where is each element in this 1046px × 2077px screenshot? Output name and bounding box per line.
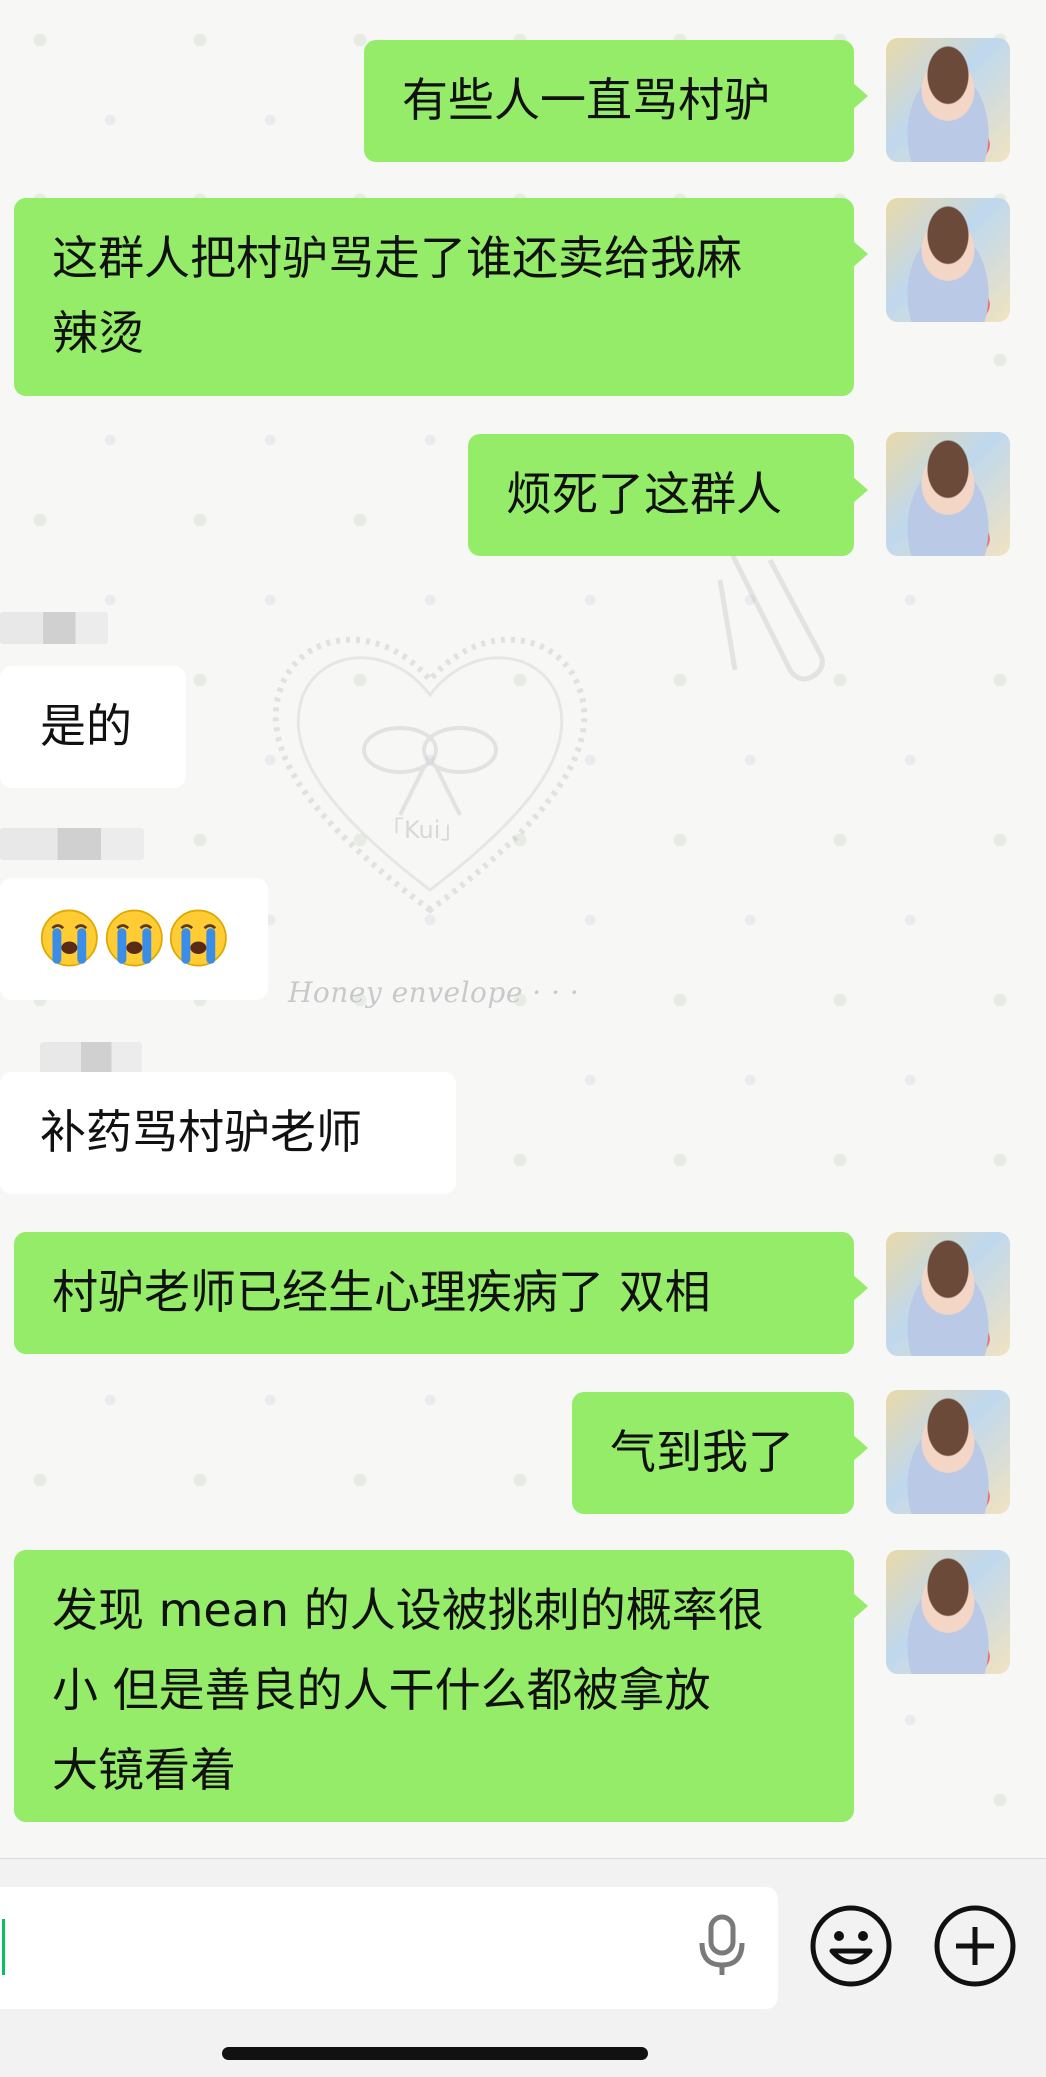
message-bubble-incoming[interactable]: 补药骂村驴老师 <box>0 1072 456 1194</box>
message-text-line: 发现 mean 的人设被挑刺的概率很 <box>52 1583 764 1637</box>
avatar[interactable] <box>886 1232 1010 1356</box>
avatar[interactable] <box>886 198 1010 322</box>
chat-area[interactable]: 「Kui」 Honey envelope · · · 有些人一直骂村驴 这群人把… <box>0 0 1046 1858</box>
sender-name-masked <box>0 612 108 644</box>
message-bubble-outgoing[interactable]: 这群人把村驴骂走了谁还卖给我麻 辣烫 <box>14 198 868 396</box>
message-bubble-outgoing[interactable]: 发现 mean 的人设被挑刺的概率很 小 但是善良的人干什么都被拿放 大镜看着 <box>14 1550 868 1822</box>
message-text: 补药骂村驴老师 <box>40 1105 362 1159</box>
message-text: 气到我了 <box>610 1425 794 1479</box>
message-text: 烦死了这群人 <box>506 467 782 521</box>
text-caret <box>2 1919 5 1975</box>
watermark-text: Honey envelope · · · <box>288 976 580 1009</box>
message-bubble-incoming[interactable] <box>0 878 268 1000</box>
sender-name-masked <box>40 1042 142 1074</box>
emoji-icon[interactable] <box>808 1903 894 1989</box>
loudly-crying-face-icon <box>40 909 98 967</box>
heart-label: 「Kui」 <box>380 816 464 844</box>
message-text: 有些人一直骂村驴 <box>402 73 770 127</box>
avatar[interactable] <box>886 432 1010 556</box>
message-bubble-outgoing[interactable]: 村驴老师已经生心理疾病了 双相 <box>14 1232 868 1354</box>
message-bubble-outgoing[interactable]: 有些人一直骂村驴 <box>364 40 868 162</box>
message-text-line: 大镜看着 <box>52 1743 236 1797</box>
emoji-row <box>40 898 228 978</box>
message-input[interactable] <box>0 1887 778 2009</box>
message-bubble-outgoing[interactable]: 烦死了这群人 <box>468 434 868 556</box>
heart-sticker-decoration: 「Kui」 <box>272 636 588 914</box>
loudly-crying-face-icon <box>105 909 163 967</box>
message-bubble-incoming[interactable]: 是的 <box>0 666 186 788</box>
avatar[interactable] <box>886 1550 1010 1674</box>
message-input-bar <box>0 1858 1046 2077</box>
paperclip-decoration <box>717 548 825 682</box>
message-text-line: 辣烫 <box>52 306 144 360</box>
message-text-line: 这群人把村驴骂走了谁还卖给我麻 <box>52 231 742 285</box>
sender-name-masked <box>0 828 144 860</box>
avatar[interactable] <box>886 38 1010 162</box>
loudly-crying-face-icon <box>170 909 228 967</box>
plus-icon[interactable] <box>932 1903 1018 1989</box>
microphone-icon[interactable] <box>682 1903 762 1983</box>
home-indicator[interactable] <box>222 2047 648 2060</box>
message-text: 是的 <box>40 699 132 753</box>
message-text-line: 小 但是善良的人干什么都被拿放 <box>52 1663 711 1717</box>
avatar[interactable] <box>886 1390 1010 1514</box>
message-text: 村驴老师已经生心理疾病了 双相 <box>52 1265 711 1319</box>
message-bubble-outgoing[interactable]: 气到我了 <box>572 1392 868 1514</box>
